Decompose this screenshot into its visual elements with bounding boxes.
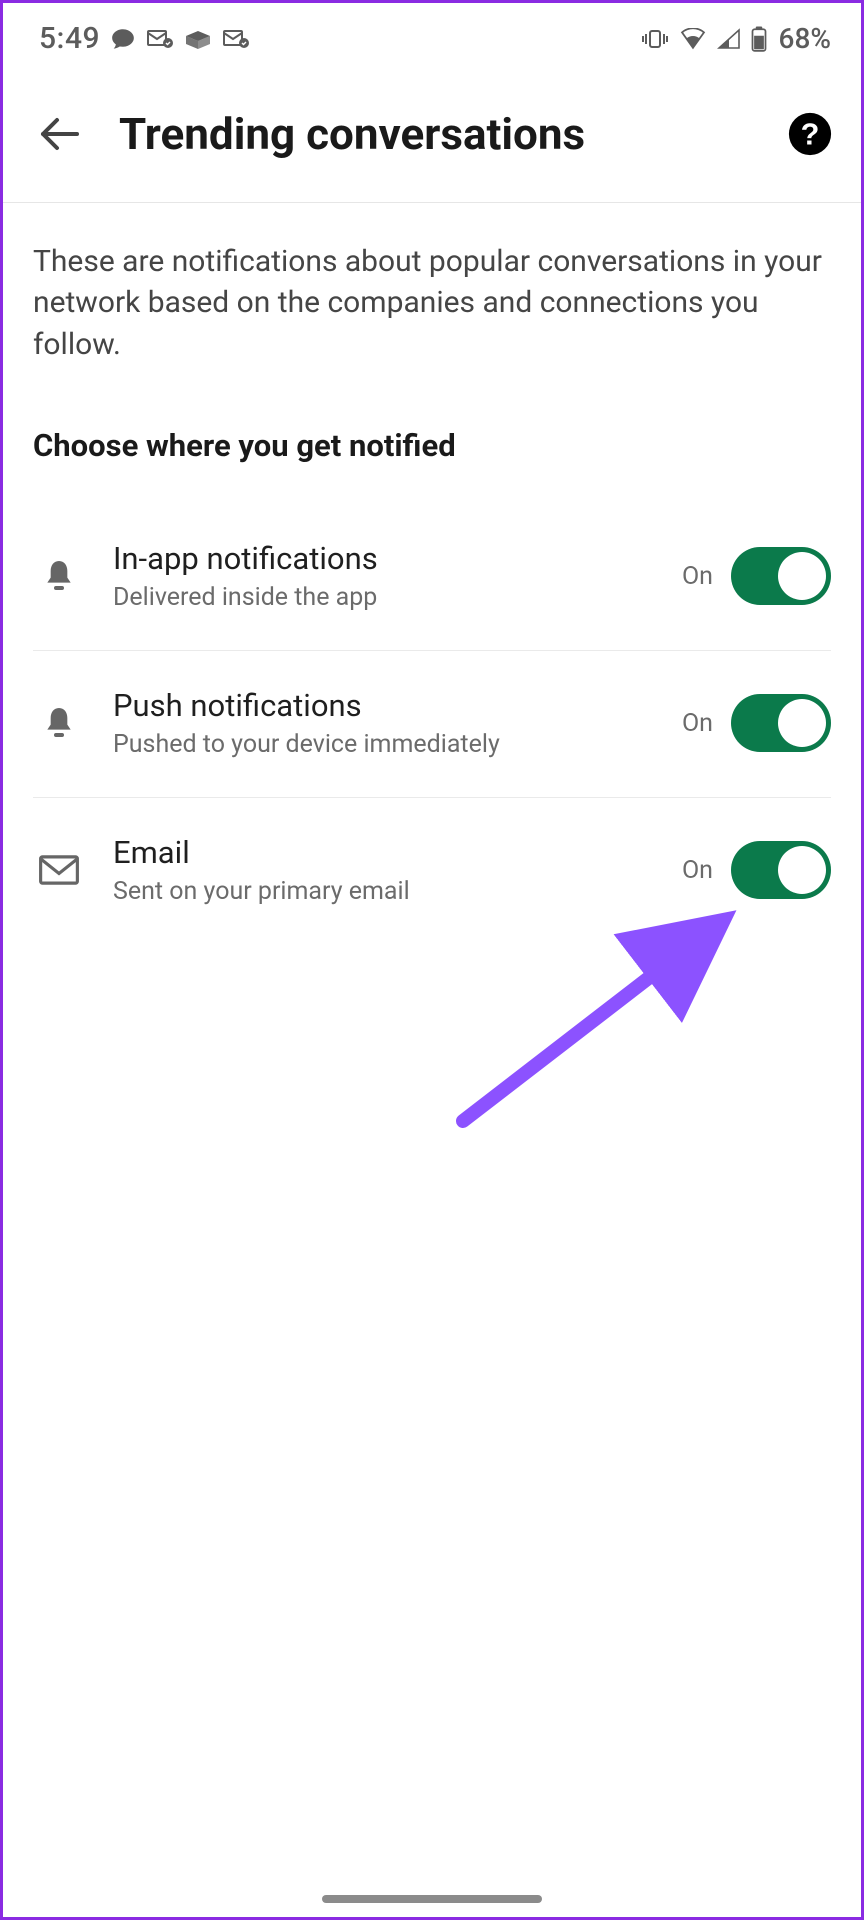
setting-row-push: Push notifications Pushed to your device… bbox=[33, 651, 831, 798]
status-right: 68% bbox=[641, 22, 831, 55]
setting-title-email: Email bbox=[113, 834, 682, 871]
chat-bubble-icon bbox=[110, 26, 136, 52]
battery-icon bbox=[751, 26, 767, 52]
help-circle-icon: ? bbox=[787, 111, 833, 157]
page-description: These are notifications about popular co… bbox=[33, 241, 831, 365]
setting-subtitle-email: Sent on your primary email bbox=[113, 877, 682, 906]
svg-text:?: ? bbox=[801, 118, 820, 152]
mail-icon-1 bbox=[146, 28, 174, 50]
envelope-icon bbox=[33, 853, 85, 887]
setting-row-email: Email Sent on your primary email On bbox=[33, 798, 831, 944]
setting-state-inapp: On bbox=[682, 562, 713, 591]
setting-text-email: Email Sent on your primary email bbox=[113, 834, 682, 906]
setting-text-push: Push notifications Pushed to your device… bbox=[113, 687, 682, 759]
arrow-left-icon bbox=[35, 110, 83, 158]
setting-title-push: Push notifications bbox=[113, 687, 682, 724]
toggle-push[interactable] bbox=[731, 694, 831, 752]
setting-subtitle-push: Pushed to your device immediately bbox=[113, 730, 682, 759]
status-time: 5:49 bbox=[39, 21, 100, 56]
setting-text-inapp: In-app notifications Delivered inside th… bbox=[113, 540, 682, 612]
vibrate-icon bbox=[641, 28, 669, 50]
setting-state-push: On bbox=[682, 709, 713, 738]
signal-icon bbox=[717, 28, 741, 50]
status-left: 5:49 bbox=[39, 21, 250, 56]
page-title: Trending conversations bbox=[119, 108, 787, 160]
setting-row-inapp: In-app notifications Delivered inside th… bbox=[33, 504, 831, 651]
section-heading: Choose where you get notified bbox=[33, 427, 831, 464]
mail-icon-2 bbox=[222, 28, 250, 50]
content-area: These are notifications about popular co… bbox=[3, 203, 861, 944]
back-button[interactable] bbox=[27, 102, 91, 166]
home-indicator[interactable] bbox=[322, 1895, 542, 1903]
status-bar: 5:49 68% bbox=[3, 3, 861, 66]
app-header: Trending conversations ? bbox=[3, 66, 861, 203]
setting-title-inapp: In-app notifications bbox=[113, 540, 682, 577]
help-button[interactable]: ? bbox=[787, 111, 833, 157]
toggle-inapp[interactable] bbox=[731, 547, 831, 605]
setting-subtitle-inapp: Delivered inside the app bbox=[113, 583, 682, 612]
bell-icon bbox=[33, 556, 85, 596]
box-icon bbox=[184, 28, 212, 50]
setting-state-email: On bbox=[682, 856, 713, 885]
wifi-icon bbox=[679, 28, 707, 50]
toggle-email[interactable] bbox=[731, 841, 831, 899]
battery-text: 68% bbox=[779, 22, 831, 55]
bell-icon bbox=[33, 703, 85, 743]
